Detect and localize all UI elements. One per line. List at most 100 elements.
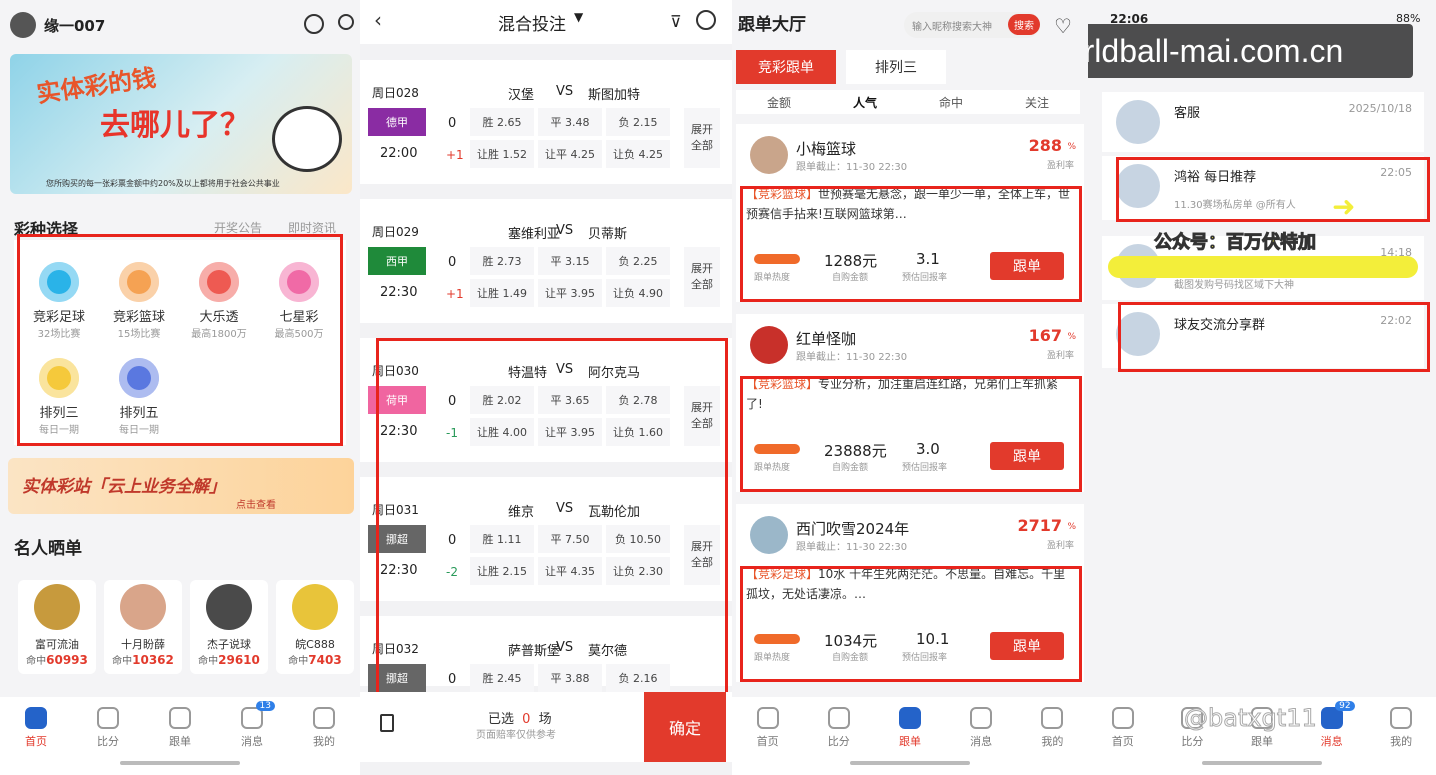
search-input[interactable]: 输入昵称搜索大神 搜索 bbox=[904, 12, 1040, 38]
chat-item[interactable]: 鸿裕 每日推荐 11.30赛场私房单 @所有人 22:05 bbox=[1102, 156, 1424, 220]
odds-cell[interactable]: 平 7.50 bbox=[538, 525, 602, 553]
handicap-value: -1 bbox=[446, 426, 458, 440]
filter-icon[interactable]: ⊽ bbox=[670, 12, 682, 31]
celeb-card[interactable]: 富可流油 命中60993 bbox=[18, 580, 96, 674]
expand-button[interactable]: 展开 全部 bbox=[684, 247, 720, 307]
odds-cell[interactable]: 让平 3.95 bbox=[538, 279, 602, 307]
tab-item[interactable]: 比分 bbox=[83, 707, 133, 749]
away-team: 莫尔德 bbox=[588, 644, 628, 659]
tab-item[interactable]: 首页 bbox=[743, 707, 793, 749]
handicap-0: 0 bbox=[448, 116, 457, 131]
tab-icon bbox=[1111, 707, 1134, 729]
tab-item[interactable]: 首页 bbox=[1098, 707, 1148, 749]
odds-cell[interactable]: 负 2.15 bbox=[606, 108, 670, 136]
follow-card[interactable]: 西门吹雪2024年 跟单截止：11-30 22:30 2717% 盈利率 【竞彩足球】1… bbox=[736, 504, 1084, 682]
lottery-item[interactable]: 大乐透 最高1800万 bbox=[184, 262, 254, 340]
odds-cell[interactable]: 让平 4.35 bbox=[538, 557, 602, 585]
odds-cell[interactable]: 胜 2.65 bbox=[470, 108, 534, 136]
tab-item[interactable]: 我的 bbox=[1027, 707, 1077, 749]
odds-cell[interactable]: 让胜 1.52 bbox=[470, 140, 534, 168]
subtab-amount[interactable]: 金额 bbox=[767, 94, 791, 111]
tab-item[interactable]: 消息 13 bbox=[227, 701, 277, 749]
odds-cell[interactable]: 平 3.65 bbox=[538, 386, 602, 414]
celeb-card[interactable]: 皖C888 命中7403 bbox=[276, 580, 354, 674]
odds-cell[interactable]: 让负 4.90 bbox=[606, 279, 670, 307]
chat-item[interactable]: 球友交流分享群 22:02 bbox=[1102, 304, 1424, 368]
odds-cell[interactable]: 负 2.16 bbox=[606, 664, 670, 692]
lottery-item[interactable]: 竞彩足球 32场比赛 bbox=[24, 262, 94, 340]
tab-item[interactable]: 消息 bbox=[956, 707, 1006, 749]
follow-button[interactable]: 跟单 bbox=[990, 252, 1064, 280]
celeb-card[interactable]: 十月盼薛 命中10362 bbox=[104, 580, 182, 674]
subtab-popular[interactable]: 人气 bbox=[853, 94, 877, 111]
more-icon[interactable] bbox=[696, 10, 716, 30]
tab-item[interactable]: 比分 bbox=[814, 707, 864, 749]
lottery-item[interactable]: 排列三 每日一期 bbox=[24, 358, 94, 436]
heart-icon[interactable]: ♡ bbox=[1054, 14, 1072, 38]
bet-header: ‹ 混合投注 ▼ ⊽ bbox=[360, 0, 732, 44]
odds-cell[interactable]: 胜 2.73 bbox=[470, 247, 534, 275]
lottery-item[interactable]: 七星彩 最高500万 bbox=[264, 262, 334, 340]
tab-pailie3[interactable]: 排列三 bbox=[846, 50, 946, 84]
tab-item[interactable]: 跟单 bbox=[155, 707, 205, 749]
celeb-hit-value: 10362 bbox=[132, 653, 174, 667]
odds-cell[interactable]: 让胜 4.00 bbox=[470, 418, 534, 446]
subtab-follow[interactable]: 关注 bbox=[1025, 94, 1049, 111]
odds-cell[interactable]: 胜 1.11 bbox=[470, 525, 534, 553]
promo-banner[interactable]: 实体彩站「云上业务全解」 点击查看 bbox=[8, 458, 354, 514]
trash-icon[interactable] bbox=[380, 714, 394, 732]
page-title[interactable]: 混合投注 bbox=[498, 10, 566, 35]
odds-cell[interactable]: 胜 2.45 bbox=[470, 664, 534, 692]
lottery-item[interactable]: 排列五 每日一期 bbox=[104, 358, 174, 436]
odds-cell[interactable]: 负 2.78 bbox=[606, 386, 670, 414]
lottery-item[interactable]: 竞彩篮球 15场比赛 bbox=[104, 262, 174, 340]
expand-button[interactable]: 展开 全部 bbox=[684, 108, 720, 168]
follow-card[interactable]: 小梅篮球 跟单截止：11-30 22:30 288% 盈利率 【竞彩篮球】世预赛毫无悬念… bbox=[736, 124, 1084, 302]
chat-time: 2025/10/18 bbox=[1348, 102, 1412, 115]
odds-cell[interactable]: 让负 2.30 bbox=[606, 557, 670, 585]
odds-cell[interactable]: 让平 3.95 bbox=[538, 418, 602, 446]
lottery-ball-icon bbox=[279, 262, 319, 302]
tab-item[interactable]: 首页 bbox=[11, 707, 61, 749]
tab-item[interactable]: 跟单 bbox=[885, 707, 935, 749]
chat-item[interactable]: 客服 2025/10/18 bbox=[1102, 92, 1424, 152]
tab-item[interactable]: 我的 bbox=[1376, 707, 1426, 749]
banner[interactable]: 实体彩的钱 去哪儿了？ 您所购买的每一张彩票金额中约20%及以上都将用于社会公共… bbox=[10, 54, 352, 194]
promo-link[interactable]: 点击查看 bbox=[236, 496, 276, 511]
message-icon[interactable] bbox=[304, 14, 324, 34]
confirm-button[interactable]: 确定 bbox=[644, 692, 726, 762]
odds-cell[interactable]: 让胜 1.49 bbox=[470, 279, 534, 307]
announce-link[interactable]: 开奖公告 bbox=[214, 219, 262, 236]
return-value: 3.0 bbox=[916, 440, 940, 458]
follow-button[interactable]: 跟单 bbox=[990, 442, 1064, 470]
odds-cell[interactable]: 平 3.15 bbox=[538, 247, 602, 275]
subtab-hit[interactable]: 命中 bbox=[939, 94, 963, 111]
odds-cell[interactable]: 让平 4.25 bbox=[538, 140, 602, 168]
avatar[interactable] bbox=[10, 12, 36, 38]
tab-jingcai[interactable]: 竞彩跟单 bbox=[736, 50, 836, 84]
celeb-name: 富可流油 bbox=[35, 638, 79, 651]
expand-button[interactable]: 展开 全部 bbox=[684, 525, 720, 585]
return-value: 10.1 bbox=[916, 630, 950, 648]
odds-cell[interactable]: 让负 4.25 bbox=[606, 140, 670, 168]
odds-cell[interactable]: 负 10.50 bbox=[606, 525, 670, 553]
return-label: 预估回报率 bbox=[902, 653, 948, 663]
news-link[interactable]: 即时资讯 bbox=[288, 219, 336, 236]
back-icon[interactable]: ‹ bbox=[374, 8, 382, 32]
tab-item[interactable]: 我的 bbox=[299, 707, 349, 749]
follow-button[interactable]: 跟单 bbox=[990, 632, 1064, 660]
odds-cell[interactable]: 胜 2.02 bbox=[470, 386, 534, 414]
celeb-card[interactable]: 杰子说球 命中29610 bbox=[190, 580, 268, 674]
follow-card[interactable]: 红单怪咖 跟单截止：11-30 22:30 167% 盈利率 【竞彩篮球】专业分析，加注… bbox=[736, 314, 1084, 492]
search-button[interactable]: 搜索 bbox=[1008, 14, 1040, 35]
search-icon[interactable] bbox=[338, 14, 354, 30]
match-day: 周日032 bbox=[372, 642, 419, 656]
tab-label: 我的 bbox=[1390, 735, 1413, 748]
odds-cell[interactable]: 负 2.25 bbox=[606, 247, 670, 275]
chevron-down-icon[interactable]: ▼ bbox=[574, 10, 583, 24]
odds-cell[interactable]: 平 3.48 bbox=[538, 108, 602, 136]
odds-cell[interactable]: 让负 1.60 bbox=[606, 418, 670, 446]
odds-cell[interactable]: 平 3.88 bbox=[538, 664, 602, 692]
expand-button[interactable]: 展开 全部 bbox=[684, 386, 720, 446]
odds-cell[interactable]: 让胜 2.15 bbox=[470, 557, 534, 585]
